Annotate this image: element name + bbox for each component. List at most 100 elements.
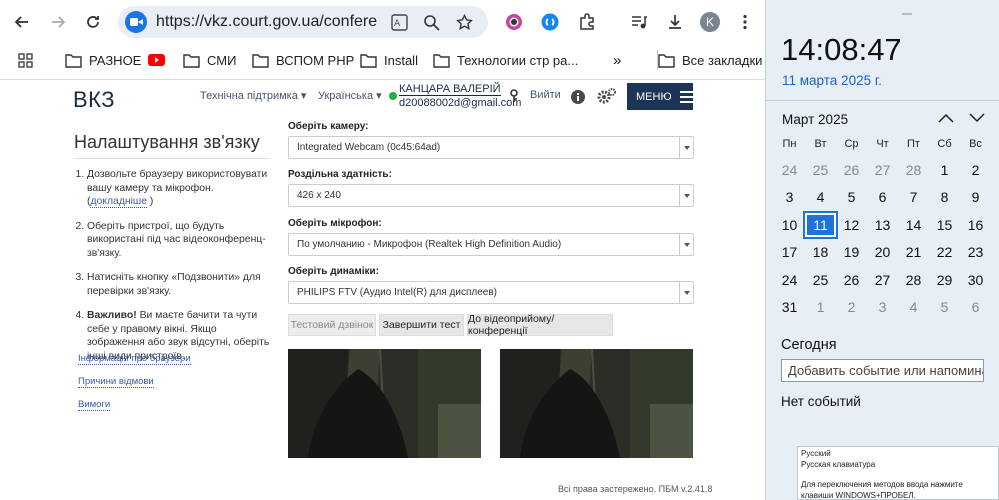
calendar-day[interactable]: 3: [867, 295, 898, 319]
more-bookmarks-icon[interactable]: »: [613, 50, 621, 70]
support-link[interactable]: Технічна підтримка ▾: [200, 89, 306, 102]
calendar-day[interactable]: 1: [929, 158, 960, 182]
calendar-day[interactable]: 28: [898, 268, 929, 292]
calendar-day[interactable]: 26: [836, 268, 867, 292]
browser-menu-icon[interactable]: [733, 10, 757, 34]
reload-icon[interactable]: [81, 10, 105, 34]
calendar-day[interactable]: 13: [867, 213, 898, 237]
user-name[interactable]: КАНЦАРА ВАЛЕРІЙ: [399, 83, 501, 96]
calendar-day[interactable]: 11: [803, 211, 838, 239]
camera-in-use-icon[interactable]: [125, 11, 147, 33]
speakers-select[interactable]: PHILIPS FTV (Аудио Intel(R) для дисплеев…: [288, 281, 694, 304]
calendar-day[interactable]: 6: [867, 185, 898, 209]
calendar-day[interactable]: 25: [805, 158, 836, 182]
calendar-day[interactable]: 15: [929, 213, 960, 237]
add-event-input[interactable]: Добавить событие или напомина: [781, 359, 984, 382]
browser-info-link[interactable]: Інформація про браузери: [78, 353, 191, 365]
date-link[interactable]: 11 марта 2025 г.: [782, 73, 882, 88]
url-text[interactable]: https://vkz.court.gov.ua/conferenc...: [156, 13, 378, 31]
calendar-day[interactable]: 4: [898, 295, 929, 319]
profile-avatar[interactable]: K: [700, 12, 720, 32]
bookmark-folder[interactable]: РАЗНОЕ: [65, 50, 141, 70]
download-icon[interactable]: [663, 10, 687, 34]
microphone-select[interactable]: По умолчанию - Микрофон (Realtek High De…: [288, 233, 694, 256]
calendar-day[interactable]: 29: [929, 268, 960, 292]
test-call-button[interactable]: Тестовий дзвінок: [288, 314, 376, 336]
calendar-day[interactable]: 16: [960, 213, 991, 237]
calendar-day[interactable]: 24: [774, 158, 805, 182]
calendar-day[interactable]: 24: [774, 268, 805, 292]
bookmark-folder[interactable]: ВСПОМ PHP: [252, 50, 354, 70]
camera-select[interactable]: Integrated Webcam (0c45:64ad): [288, 136, 694, 159]
weekday-label: Чт: [876, 138, 889, 150]
translate-icon[interactable]: A: [389, 12, 409, 32]
calendar-day[interactable]: 27: [867, 158, 898, 182]
language-link[interactable]: Українська ▾: [318, 89, 382, 102]
minimize-icon[interactable]: [902, 6, 912, 16]
calendar-day[interactable]: 21: [898, 240, 929, 264]
calendar-day[interactable]: 31: [774, 295, 805, 319]
calendar-day[interactable]: 12: [836, 213, 867, 237]
all-bookmarks[interactable]: Все закладки: [657, 50, 762, 70]
calendar-day[interactable]: 5: [836, 185, 867, 209]
info-icon[interactable]: [571, 90, 585, 104]
key-icon[interactable]: [509, 89, 519, 103]
site-logo[interactable]: ВКЗ: [73, 87, 115, 113]
address-bar[interactable]: https://vkz.court.gov.ua/conferenc... A: [118, 6, 488, 38]
screen: https://vkz.court.gov.ua/conferenc... A: [0, 0, 999, 500]
calendar-day[interactable]: 30: [960, 268, 991, 292]
bookmark-label: Install: [384, 52, 418, 68]
apps-icon[interactable]: [18, 50, 40, 70]
calendar-day[interactable]: 1: [805, 295, 836, 319]
calendar-day[interactable]: 25: [805, 268, 836, 292]
bookmark-folder[interactable]: Технологии стр ра...: [433, 50, 578, 70]
calendar-day[interactable]: 23: [960, 240, 991, 264]
logout-link[interactable]: Вийти: [530, 89, 561, 101]
extension-color-icon[interactable]: [502, 10, 526, 34]
calendar-day[interactable]: 22: [929, 240, 960, 264]
chevron-up-icon[interactable]: [937, 111, 955, 125]
menu-button[interactable]: МЕНЮ: [627, 83, 693, 110]
settings-gears-icon[interactable]: [597, 88, 616, 105]
calendar-day[interactable]: 8: [929, 185, 960, 209]
star-icon[interactable]: [454, 12, 474, 32]
calendar-day[interactable]: 3: [774, 185, 805, 209]
bookmark-folder[interactable]: Install: [360, 50, 418, 70]
media-controls-icon[interactable]: [627, 10, 651, 34]
calendar-day[interactable]: 19: [836, 240, 867, 264]
back-icon[interactable]: [10, 10, 34, 34]
resolution-select[interactable]: 426 x 240: [288, 184, 694, 207]
zoom-icon[interactable]: [421, 12, 441, 32]
calendar-day[interactable]: 20: [867, 240, 898, 264]
extensions-icon[interactable]: [575, 10, 599, 34]
calendar-day[interactable]: 2: [836, 295, 867, 319]
calendar-day[interactable]: 17: [774, 240, 805, 264]
calendar-day[interactable]: 2: [960, 158, 991, 182]
details-link[interactable]: докладніше: [90, 196, 148, 208]
calendar-day[interactable]: 27: [867, 268, 898, 292]
calendar-day[interactable]: 26: [836, 158, 867, 182]
bookmark-folder[interactable]: СМИ: [183, 50, 236, 70]
bookmark-label: ВСПОМ PHP: [276, 52, 355, 68]
calendar-day[interactable]: 5: [929, 295, 960, 319]
ime-keyboard: Русская клавиатура: [801, 459, 876, 469]
calendar-day[interactable]: 4: [805, 185, 836, 209]
bookmarks-bar: РАЗНОЕ СМИ ВСПОМ PHP Install Технологии …: [0, 46, 765, 72]
folder-icon: [252, 53, 269, 68]
refusal-reasons-link[interactable]: Причини відмови: [78, 376, 154, 388]
chevron-down-icon[interactable]: [968, 111, 986, 125]
finish-test-button[interactable]: Завершити тест: [379, 314, 464, 336]
to-conference-button[interactable]: До відеоприйому/конференції: [467, 313, 613, 337]
requirements-link[interactable]: Вимоги: [78, 399, 111, 411]
youtube-bookmark[interactable]: [148, 50, 172, 70]
calendar-day[interactable]: 10: [774, 213, 805, 237]
calendar-day[interactable]: 18: [805, 240, 836, 264]
month-title[interactable]: Март 2025: [782, 112, 848, 127]
calendar-day[interactable]: 28: [898, 158, 929, 182]
calendar-day[interactable]: 14: [898, 213, 929, 237]
calendar-day[interactable]: 9: [960, 185, 991, 209]
forward-icon[interactable]: [46, 10, 70, 34]
calendar-day[interactable]: 6: [960, 295, 991, 319]
calendar-day[interactable]: 7: [898, 185, 929, 209]
extension-shazam-icon[interactable]: [538, 10, 562, 34]
